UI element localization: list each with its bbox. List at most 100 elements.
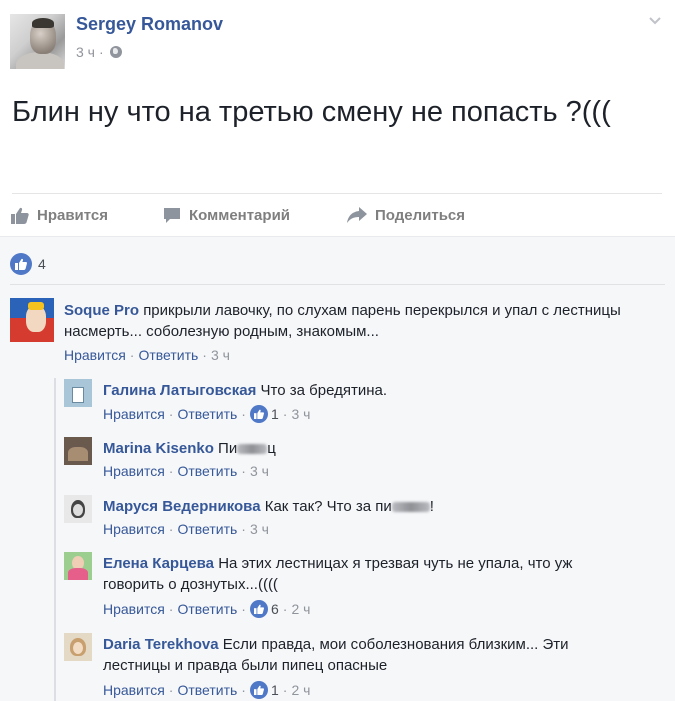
reply-actions: Нравится · Ответить · 3 ч (103, 463, 269, 479)
reactions-summary[interactable]: 4 (10, 253, 46, 275)
chevron-down-icon[interactable] (648, 14, 662, 28)
separator: · (168, 682, 174, 698)
share-button[interactable]: Поделиться (347, 194, 465, 236)
reply-text-end: ! (429, 498, 434, 515)
reply-actions: Нравится · Ответить · 3 ч (103, 521, 269, 537)
reply-avatar[interactable] (64, 495, 92, 523)
reply-body: Галина Латыговская Что за бредятина. (103, 380, 663, 401)
reply-reply-link[interactable]: Ответить (177, 406, 237, 422)
comment-author[interactable]: Soque Pro (64, 302, 139, 319)
share-arrow-icon (347, 207, 367, 223)
globe-icon[interactable] (109, 46, 122, 58)
separator: · (168, 406, 174, 422)
separator: · (282, 406, 288, 422)
action-bar: Нравится Комментарий Поделиться (0, 194, 675, 236)
reply-author[interactable]: Daria Terekhova (103, 636, 219, 653)
like-reaction-icon (249, 600, 268, 618)
reply: Елена Карцева На этих лестницах я трезва… (64, 552, 664, 624)
reply-author[interactable]: Marina Kisenko (103, 440, 214, 457)
comment-label: Комментарий (189, 206, 291, 224)
reply-time[interactable]: 3 ч (291, 406, 310, 422)
reply-text: Пи ц (218, 440, 276, 457)
censored-text (391, 502, 430, 513)
comment-actions: Нравится · Ответить · 3 ч (64, 347, 230, 363)
reply-body: Marina Kisenko Пи ц (103, 438, 663, 459)
like-label: Нравится (37, 206, 109, 224)
divider (10, 284, 665, 285)
speech-bubble-icon (164, 207, 180, 223)
separator: · (241, 521, 246, 537)
comment-text: прикрыли лавочку, по слухам парень перек… (64, 302, 621, 340)
reply-time[interactable]: 2 ч (291, 601, 310, 617)
reply-like-link[interactable]: Нравится (103, 521, 165, 537)
comment-button[interactable]: Комментарий (163, 194, 290, 236)
post-time[interactable]: 3 ч (76, 44, 95, 60)
reply-reply-link[interactable]: Ответить (177, 463, 237, 479)
author-name[interactable]: Sergey Romanov (76, 14, 223, 35)
comments-area: 4 Soque Pro прикрыли лавочку, по слухам … (0, 236, 675, 701)
meta-separator: · (98, 44, 104, 60)
reply-time[interactable]: 3 ч (250, 521, 269, 537)
reply-author[interactable]: Галина Латыговская (103, 382, 256, 399)
reply-like-link[interactable]: Нравится (103, 601, 165, 617)
separator: · (168, 601, 174, 617)
comment-reply-link[interactable]: Ответить (138, 347, 198, 363)
reply-time[interactable]: 3 ч (250, 463, 269, 479)
reply-like-link[interactable]: Нравится (103, 682, 165, 698)
reply-body: Елена Карцева На этих лестницах я трезва… (103, 553, 623, 595)
reply-avatar[interactable] (64, 379, 92, 407)
facebook-post: Sergey Romanov 3 ч · Блин ну что на трет… (0, 0, 675, 701)
separator: · (168, 521, 174, 537)
reply-like-link[interactable]: Нравится (103, 463, 165, 479)
commenter-avatar[interactable] (10, 298, 54, 342)
reply: Daria Terekhova Если правда, мои соболез… (64, 633, 664, 701)
separator: · (282, 682, 288, 698)
like-reaction-icon (249, 681, 268, 699)
censored-text (237, 444, 268, 455)
separator: · (168, 463, 174, 479)
separator: · (129, 347, 135, 363)
reply-avatar[interactable] (64, 633, 92, 661)
reply-reply-link[interactable]: Ответить (177, 521, 237, 537)
reply-text-start: Пи (218, 440, 238, 457)
reply: Marina Kisenko Пи ц Нравится · Ответить ·… (64, 437, 664, 487)
reaction-count: 4 (38, 256, 46, 272)
share-label: Поделиться (375, 206, 466, 224)
reply-avatar[interactable] (64, 437, 92, 465)
reply-author[interactable]: Елена Карцева (103, 555, 214, 572)
like-count: 1 (270, 682, 279, 698)
reply-body: Daria Terekhova Если правда, мои соболез… (103, 634, 633, 676)
post-text: Блин ну что на третью смену не попасть ?… (12, 96, 611, 128)
separator: · (241, 406, 246, 422)
reply-text: Что за бредятина. (260, 382, 388, 399)
reply-time[interactable]: 2 ч (291, 682, 310, 698)
separator: · (282, 601, 288, 617)
reply-reply-link[interactable]: Ответить (177, 682, 237, 698)
reply-reply-link[interactable]: Ответить (177, 601, 237, 617)
reply-actions: Нравится · Ответить · 6 · 2 ч (103, 600, 310, 618)
like-button[interactable]: Нравится (11, 194, 108, 236)
comment-time[interactable]: 3 ч (211, 347, 230, 363)
separator: · (202, 347, 207, 363)
like-reaction-icon (10, 253, 32, 275)
reply-body: Маруся Ведерникова Как так? Что за пи! (103, 496, 663, 517)
like-count: 1 (270, 406, 279, 422)
reply-actions: Нравится · Ответить · 1 · 3 ч (103, 405, 310, 423)
reply-text-start: Как так? Что за пи (264, 498, 392, 515)
reply: Маруся Ведерникова Как так? Что за пи! Н… (64, 495, 664, 545)
reply-like-count[interactable]: 1 (249, 681, 279, 699)
reply-avatar[interactable] (64, 552, 92, 580)
post-meta: 3 ч · (76, 44, 122, 60)
reply-like-count[interactable]: 1 (249, 405, 279, 423)
thumbs-up-icon (11, 207, 29, 224)
reply-like-link[interactable]: Нравится (103, 406, 165, 422)
like-count: 6 (270, 601, 279, 617)
author-avatar[interactable] (10, 14, 65, 69)
comment-like-link[interactable]: Нравится (64, 347, 126, 363)
comment: Soque Pro прикрыли лавочку, по слухам па… (10, 298, 665, 370)
separator: · (241, 682, 246, 698)
reply-actions: Нравится · Ответить · 1 · 2 ч (103, 681, 310, 699)
comment-body: Soque Pro прикрыли лавочку, по слухам па… (64, 300, 654, 342)
reply-author[interactable]: Маруся Ведерникова (103, 498, 261, 515)
reply-like-count[interactable]: 6 (249, 600, 279, 618)
